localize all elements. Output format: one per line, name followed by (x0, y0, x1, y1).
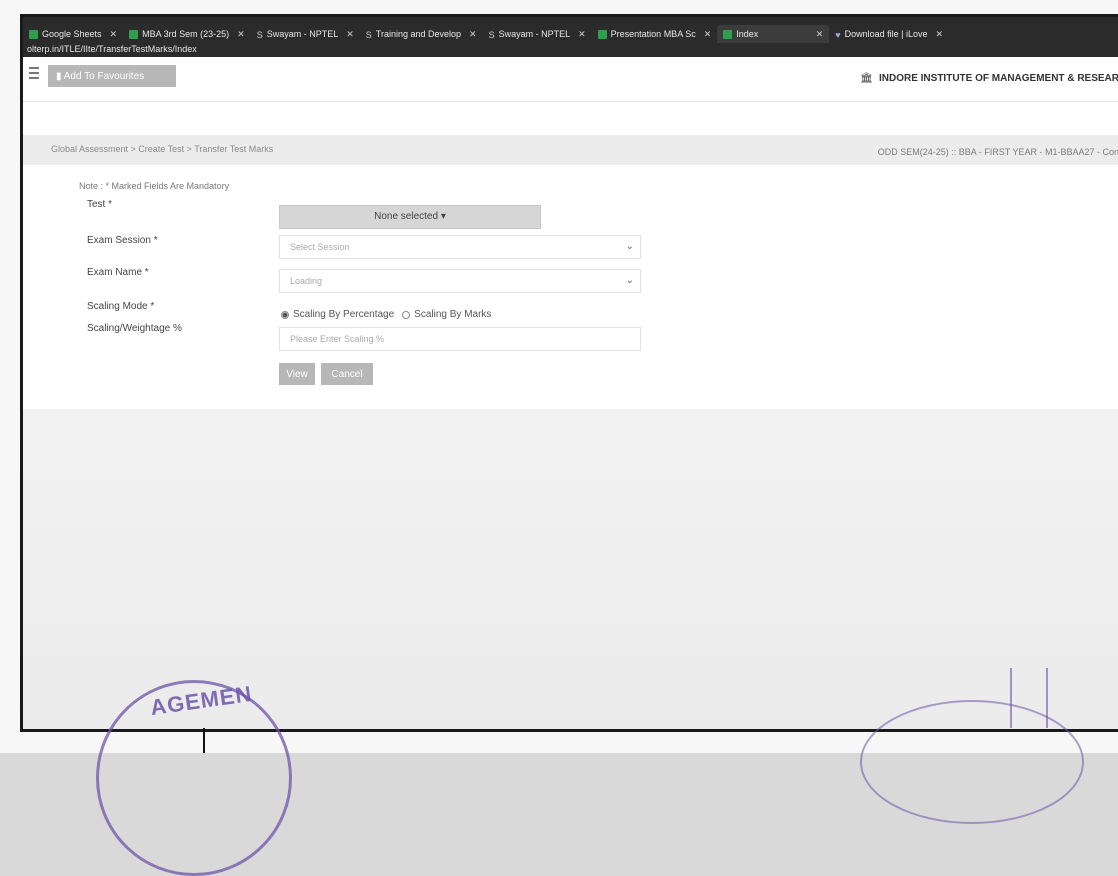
session-info: ODD SEM(24-25) :: BBA - FIRST YEAR - M1-… (877, 147, 1118, 157)
sheets-icon (129, 29, 139, 39)
swayam-icon: S (365, 29, 372, 40)
tab-label: Swayam - NPTEL (498, 29, 571, 39)
chevron-down-icon: ⌄ (625, 241, 634, 252)
close-icon[interactable]: ✕ (237, 29, 245, 40)
mandatory-note: Note : * Marked Fields Are Mandatory (79, 181, 230, 191)
close-icon[interactable]: ✕ (469, 29, 477, 40)
scaling-percentage-radio[interactable] (281, 310, 289, 319)
caret-down-icon: ▾ (440, 211, 446, 222)
view-button[interactable]: View (279, 363, 315, 385)
institution-icon: 🏛 (860, 73, 873, 84)
exam-name-label: Exam Name * (87, 267, 149, 278)
tab-label: Index (736, 29, 759, 39)
address-bar[interactable]: olterp.in/ITLE/IIte/TransferTestMarks/In… (23, 41, 1118, 57)
test-label: Test * (87, 199, 113, 210)
hamburger-menu-icon[interactable] (29, 67, 39, 79)
close-icon[interactable]: ✕ (110, 29, 118, 40)
scaling-marks-radio[interactable] (402, 310, 411, 319)
institute-label: INDORE INSTITUTE OF MANAGEMENT & RESEAR (878, 73, 1118, 84)
exam-name-select[interactable]: Loading ⌄ (279, 269, 641, 293)
close-icon[interactable]: ✕ (346, 29, 354, 40)
add-to-favourites-label: Add To Favourites (63, 71, 145, 82)
exam-session-label: Exam Session * (87, 235, 158, 246)
breadcrumb-bar: Global Assessment > Create Test > Transf… (23, 135, 1118, 165)
app-header: ▮ Add To Favourites 🏛 INDORE INSTITUTE OF… (23, 57, 1118, 102)
scaling-weightage-placeholder: Please Enter Scaling % (290, 334, 385, 344)
tab-label: Swayam - NPTEL (266, 29, 339, 39)
sheets-icon (29, 29, 38, 39)
scaling-percentage-label: Scaling By Percentage (293, 309, 395, 320)
sheets-icon (723, 29, 733, 39)
tab-label: MBA 3rd Sem (23-25) (142, 29, 230, 39)
close-icon[interactable]: ✕ (578, 29, 586, 40)
browser-window: Google Sheets ✕ MBA 3rd Sem (23-25) ✕ S … (20, 14, 1118, 732)
exam-session-select[interactable]: Select Session ⌄ (279, 235, 641, 259)
tab-label: Presentation MBA Sc (610, 29, 696, 39)
exam-session-placeholder: Select Session (290, 242, 350, 252)
tab-label: Download file | iLove (844, 29, 928, 39)
scaling-marks-label: Scaling By Marks (414, 309, 492, 320)
swayam-icon: S (256, 29, 263, 40)
add-to-favourites-button[interactable]: ▮ Add To Favourites (48, 65, 176, 87)
close-icon[interactable]: ✕ (816, 29, 824, 40)
chevron-down-icon: ⌄ (625, 275, 634, 286)
scaling-weightage-input[interactable]: Please Enter Scaling % (279, 327, 641, 351)
tab-label: Training and Develop (375, 29, 462, 39)
pen-mark (203, 728, 205, 753)
close-icon[interactable]: ✕ (704, 29, 712, 40)
exam-name-value: Loading (290, 276, 323, 286)
browser-tab-bar: Google Sheets ✕ MBA 3rd Sem (23-25) ✕ S … (23, 17, 1118, 57)
scaling-weightage-label: Scaling/Weightage % (87, 323, 182, 334)
second-stamp (860, 700, 1084, 824)
download-icon: ♥ (835, 29, 841, 40)
tab-label: Google Sheets (42, 29, 102, 39)
signature-mark (1010, 668, 1048, 728)
swayam-icon: S (488, 29, 495, 40)
scaling-mode-group: Scaling By Percentage Scaling By Marks (281, 309, 499, 320)
scaling-mode-label: Scaling Mode * (87, 301, 155, 312)
institute-name: 🏛 INDORE INSTITUTE OF MANAGEMENT & RESEAR (860, 73, 1118, 84)
close-icon[interactable]: ✕ (935, 29, 943, 40)
cancel-button[interactable]: Cancel (321, 363, 373, 385)
bookmark-icon: ▮ (56, 71, 64, 82)
breadcrumb: Global Assessment > Create Test > Transf… (51, 144, 274, 154)
sheets-icon (597, 29, 607, 39)
test-selected-value: None selected (374, 211, 439, 222)
test-multiselect[interactable]: None selected ▾ (279, 205, 541, 229)
